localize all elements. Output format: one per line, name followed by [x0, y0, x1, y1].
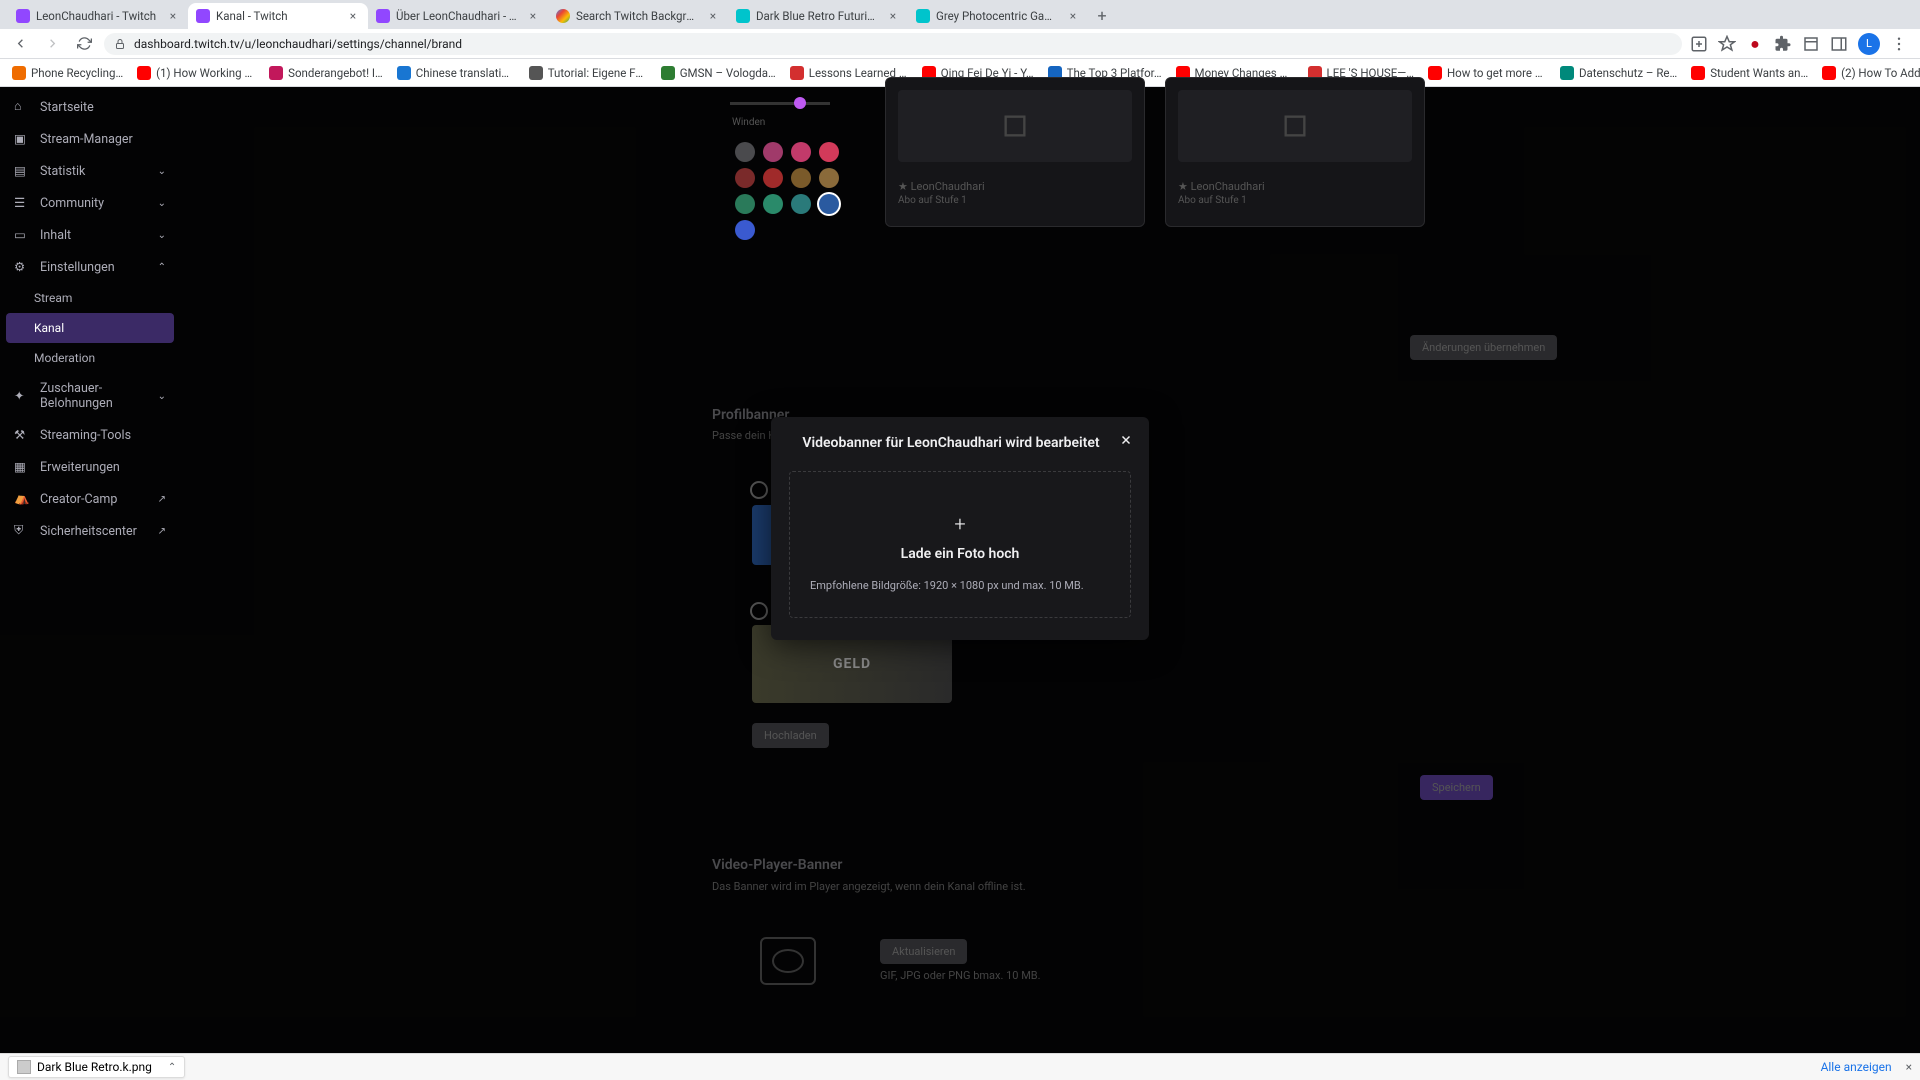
- close-shelf-button[interactable]: ×: [1906, 1060, 1912, 1074]
- bookmark-favicon: [1691, 66, 1705, 80]
- bookmark-favicon: [269, 66, 283, 80]
- bookmark-label: Student Wants an…: [1710, 66, 1808, 80]
- pinterest-icon[interactable]: ●: [1746, 35, 1764, 53]
- bookmark-label: How to get more v…: [1447, 66, 1546, 80]
- browser-tab-strip: LeonChaudhari - Twitch× Kanal - Twitch× …: [0, 0, 1920, 29]
- browser-tab[interactable]: Dark Blue Retro Futuristic Stre ×: [728, 3, 908, 29]
- download-chip[interactable]: Dark Blue Retro.k.png ⌃: [8, 1056, 185, 1078]
- plus-icon: +: [810, 512, 1110, 536]
- browser-tab[interactable]: Grey Photocentric Game Nigh ×: [908, 3, 1088, 29]
- browser-tab[interactable]: Search Twitch Background - C ×: [548, 3, 728, 29]
- bookmark-label: Chinese translatio…: [416, 66, 515, 80]
- reading-list-icon[interactable]: [1802, 35, 1820, 53]
- tab-title: Grey Photocentric Game Nigh: [936, 9, 1060, 23]
- chevron-up-icon[interactable]: ⌃: [168, 1062, 176, 1073]
- bookmark-item[interactable]: GMSN – Vologda…: [655, 63, 782, 83]
- bookmark-favicon: [137, 66, 151, 80]
- modal-overlay[interactable]: Videobanner für LeonChaudhari wird bearb…: [0, 87, 1920, 1053]
- tab-title: Kanal - Twitch: [216, 9, 340, 23]
- new-tab-button[interactable]: +: [1088, 1, 1116, 29]
- close-icon[interactable]: ×: [1066, 9, 1080, 23]
- menu-icon[interactable]: [1890, 35, 1908, 53]
- tab-title: Dark Blue Retro Futuristic Stre: [756, 9, 880, 23]
- bookmark-favicon: [1822, 66, 1836, 80]
- canva-favicon: [736, 9, 750, 23]
- tab-title: Über LeonChaudhari - Twitch: [396, 9, 520, 23]
- close-icon[interactable]: ×: [166, 9, 180, 23]
- video-banner-modal: Videobanner für LeonChaudhari wird bearb…: [771, 417, 1149, 640]
- bookmark-favicon: [1428, 66, 1442, 80]
- close-icon[interactable]: ×: [706, 9, 720, 23]
- tab-title: Search Twitch Background - C: [576, 9, 700, 23]
- close-icon[interactable]: ×: [346, 9, 360, 23]
- bookmark-favicon: [12, 66, 26, 80]
- show-all-downloads[interactable]: Alle anzeigen: [1821, 1060, 1892, 1074]
- modal-title: Videobanner für LeonChaudhari wird bearb…: [789, 435, 1131, 451]
- bookmark-label: Tutorial: Eigene Fa…: [548, 66, 647, 80]
- modal-close-button[interactable]: [1115, 429, 1137, 451]
- share-icon[interactable]: [1690, 35, 1708, 53]
- browser-tab[interactable]: Kanal - Twitch ×: [188, 3, 368, 29]
- bookmark-item[interactable]: (2) How To Add A…: [1816, 63, 1920, 83]
- twitch-favicon: [376, 9, 390, 23]
- back-button[interactable]: [8, 32, 32, 56]
- twitch-favicon: [196, 9, 210, 23]
- bookmark-label: GMSN – Vologda…: [680, 66, 776, 80]
- browser-tab[interactable]: LeonChaudhari - Twitch ×: [8, 3, 188, 29]
- bookmark-label: Phone Recycling…: [31, 66, 123, 80]
- reload-button[interactable]: [72, 32, 96, 56]
- profile-avatar[interactable]: L: [1858, 33, 1880, 55]
- twitch-favicon: [16, 9, 30, 23]
- star-icon[interactable]: [1718, 35, 1736, 53]
- extensions-icon[interactable]: [1774, 35, 1792, 53]
- bookmark-label: Sonderangebot! I…: [288, 66, 383, 80]
- upload-title: Lade ein Foto hoch: [810, 546, 1110, 562]
- bookmark-item[interactable]: Phone Recycling…: [6, 63, 129, 83]
- download-shelf: Dark Blue Retro.k.png ⌃ Alle anzeigen ×: [0, 1053, 1920, 1080]
- bookmark-favicon: [397, 66, 411, 80]
- bookmark-favicon: [661, 66, 675, 80]
- upload-hint: Empfohlene Bildgröße: 1920 × 1080 px und…: [810, 578, 1110, 595]
- upload-dropzone[interactable]: + Lade ein Foto hoch Empfohlene Bildgröß…: [789, 471, 1131, 618]
- bookmark-favicon: [529, 66, 543, 80]
- bookmark-label: (1) How Working a…: [156, 66, 255, 80]
- browser-toolbar: dashboard.twitch.tv/u/leonchaudhari/sett…: [0, 29, 1920, 59]
- browser-tab[interactable]: Über LeonChaudhari - Twitch ×: [368, 3, 548, 29]
- bookmark-item[interactable]: Tutorial: Eigene Fa…: [523, 63, 653, 83]
- url-text: dashboard.twitch.tv/u/leonchaudhari/sett…: [134, 37, 462, 51]
- side-panel-icon[interactable]: [1830, 35, 1848, 53]
- bookmark-item[interactable]: Sonderangebot! I…: [263, 63, 389, 83]
- bookmark-favicon: [1560, 66, 1574, 80]
- address-bar[interactable]: dashboard.twitch.tv/u/leonchaudhari/sett…: [104, 33, 1682, 55]
- close-icon: [1119, 433, 1133, 447]
- lock-icon: [114, 38, 126, 50]
- bookmark-label: Datenschutz – Re…: [1579, 66, 1677, 80]
- close-icon[interactable]: ×: [526, 9, 540, 23]
- bookmark-label: (2) How To Add A…: [1841, 66, 1920, 80]
- bookmark-item[interactable]: Chinese translatio…: [391, 63, 521, 83]
- page-body: ⌂Startseite ▣Stream-Manager ▤Statistik⌄ …: [0, 87, 1920, 1053]
- file-icon: [17, 1060, 31, 1074]
- bookmark-item[interactable]: Datenschutz – Re…: [1554, 63, 1683, 83]
- google-favicon: [556, 9, 570, 23]
- close-icon[interactable]: ×: [886, 9, 900, 23]
- bookmark-item[interactable]: How to get more v…: [1422, 63, 1552, 83]
- forward-button[interactable]: [40, 32, 64, 56]
- download-filename: Dark Blue Retro.k.png: [37, 1060, 152, 1074]
- canva-favicon: [916, 9, 930, 23]
- bookmark-favicon: [790, 66, 804, 80]
- tab-title: LeonChaudhari - Twitch: [36, 9, 160, 23]
- bookmark-item[interactable]: (1) How Working a…: [131, 63, 261, 83]
- bookmark-item[interactable]: Student Wants an…: [1685, 63, 1814, 83]
